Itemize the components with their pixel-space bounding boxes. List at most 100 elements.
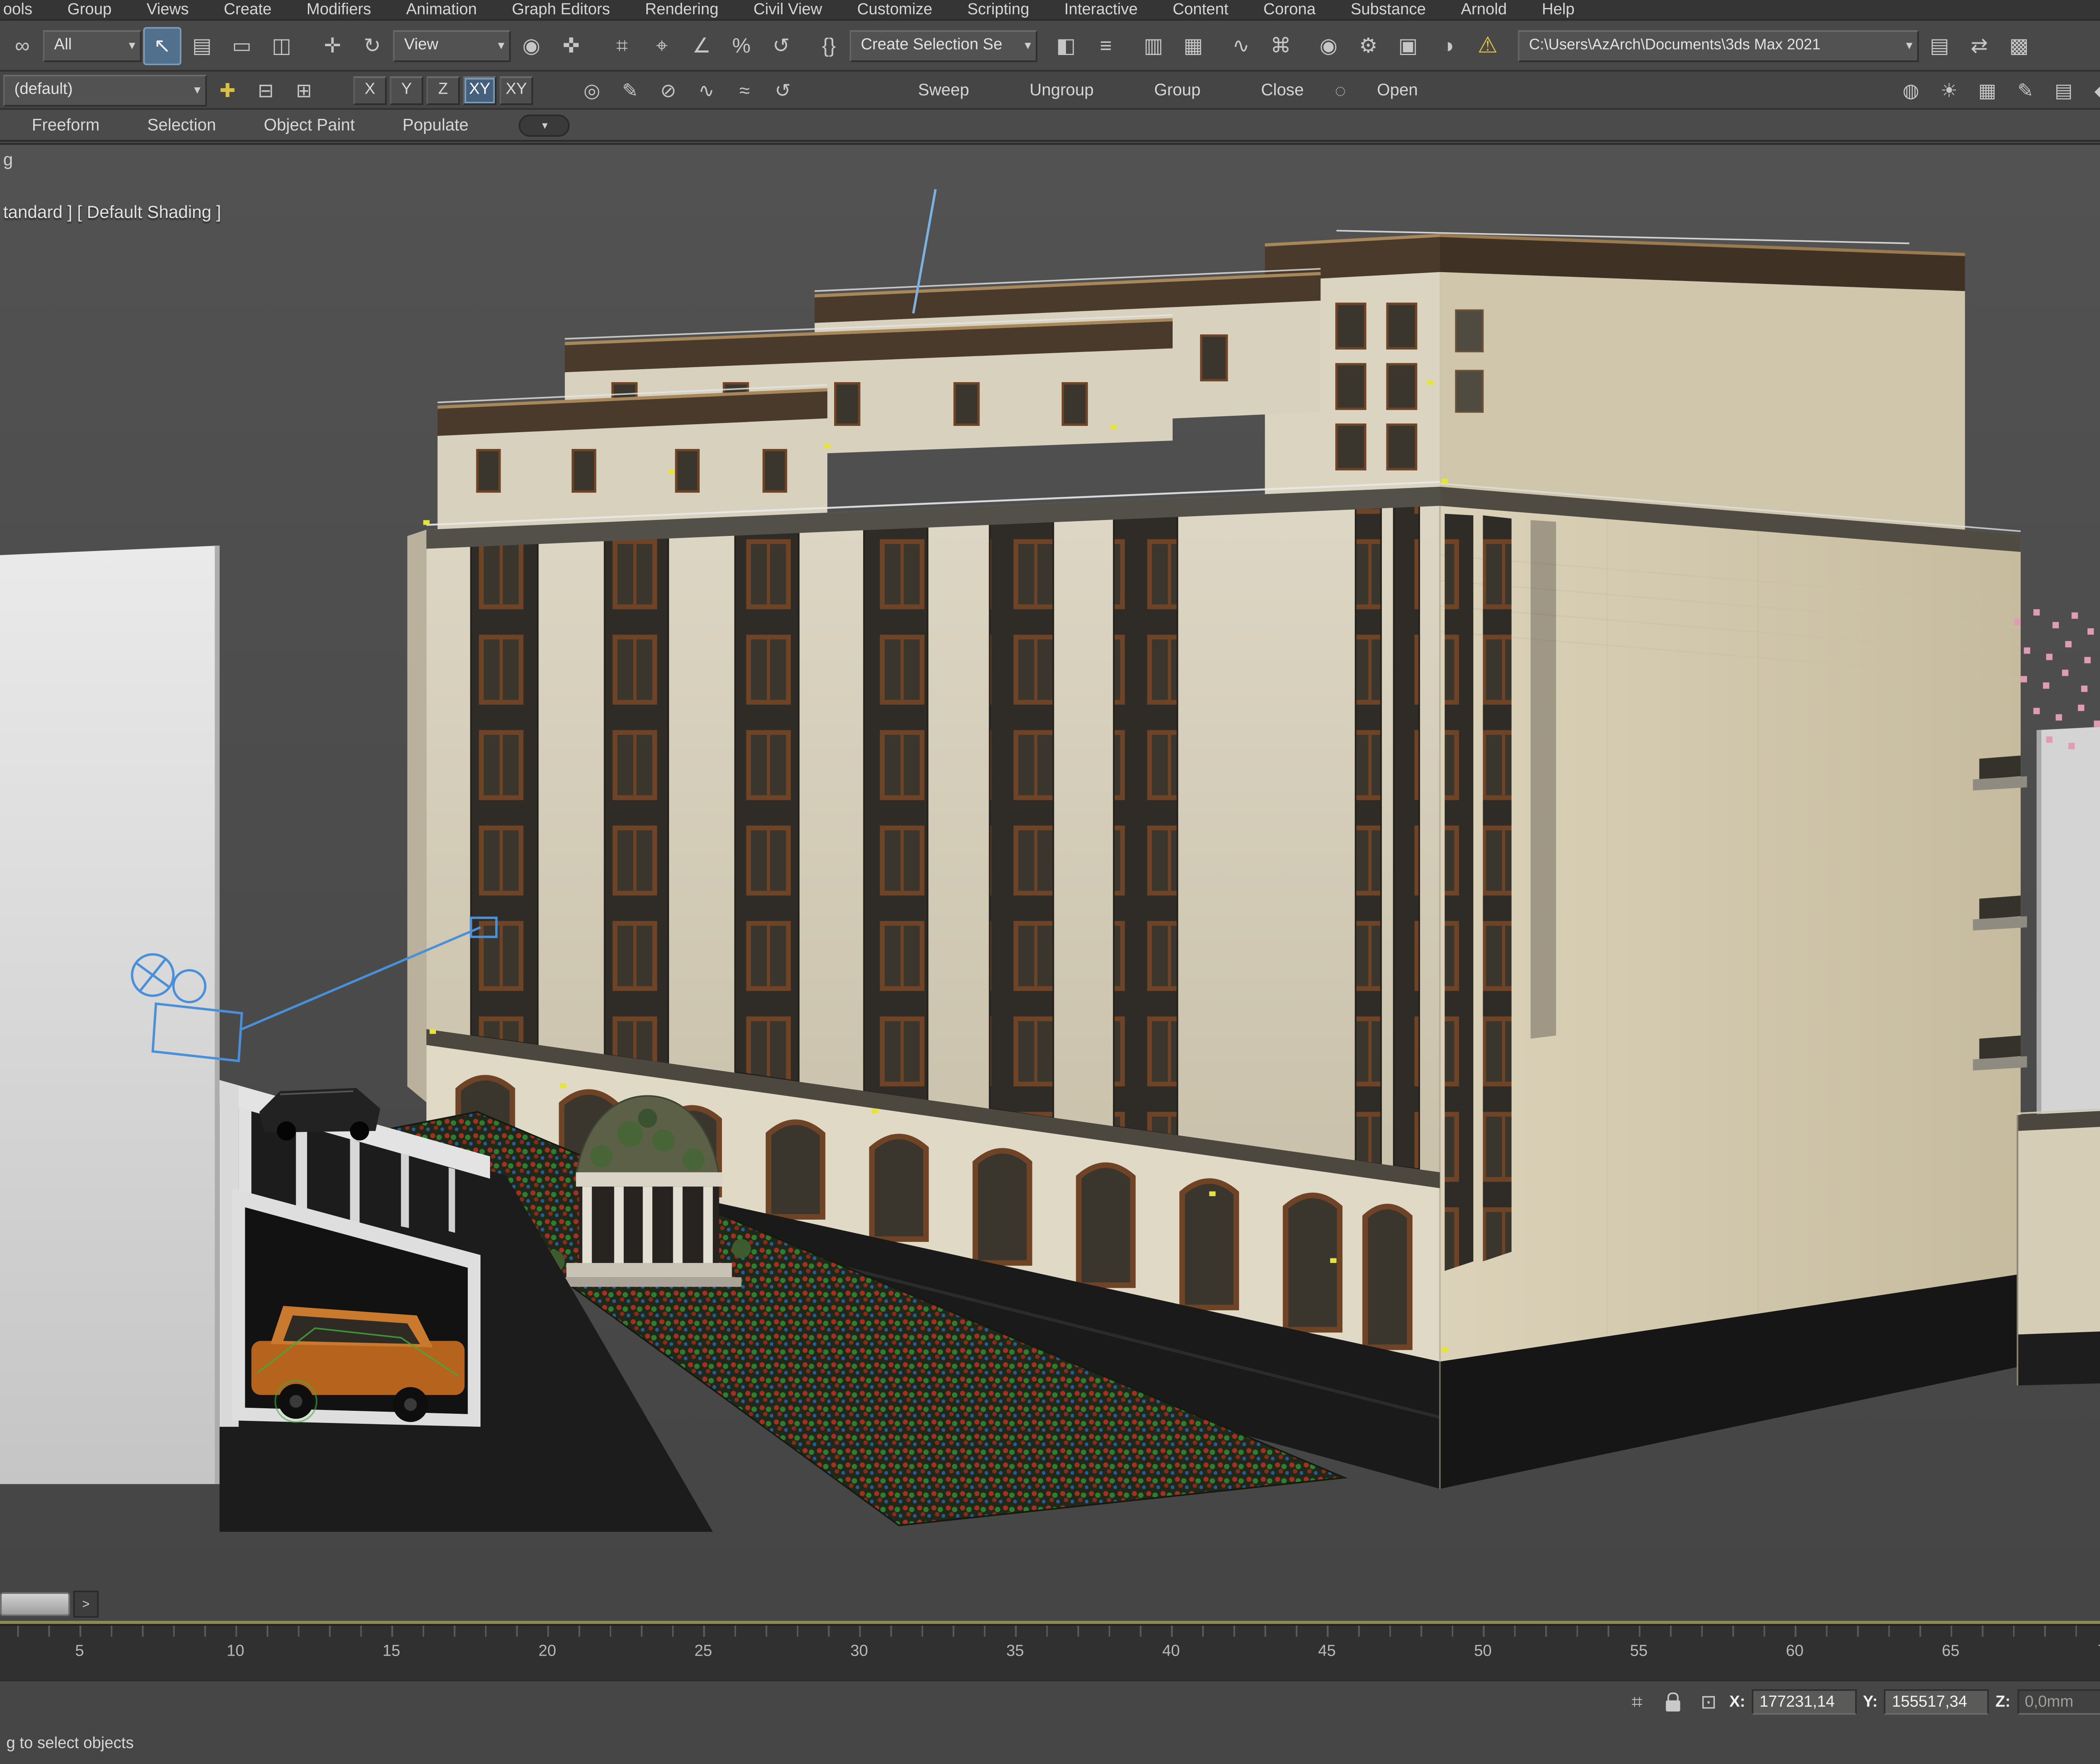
curve-editor-icon[interactable]: ∿: [1222, 26, 1260, 64]
ungroup-button[interactable]: Ungroup: [1014, 74, 1110, 106]
wave-icon[interactable]: ≈: [727, 74, 762, 106]
warning-icon[interactable]: ⚠: [1469, 26, 1507, 64]
menu-tools[interactable]: ools: [0, 1, 50, 18]
sweep-button[interactable]: Sweep: [902, 74, 985, 106]
window-crossing-icon[interactable]: ◫: [262, 26, 301, 64]
ribbon-flyout-button[interactable]: ▾: [519, 113, 570, 136]
layer-explorer-icon[interactable]: ▥: [1134, 26, 1173, 64]
select-object-icon[interactable]: ↖: [143, 26, 181, 65]
sphere-icon[interactable]: ◍: [1893, 74, 1928, 106]
absolute-mode-icon[interactable]: ⊡: [1694, 1691, 1723, 1713]
perspective-viewport[interactable]: g tandard ] [ Default Shading ]: [0, 143, 2100, 1588]
selection-filter-dropdown[interactable]: All ▾: [43, 29, 142, 61]
menu-civil-view[interactable]: Civil View: [736, 1, 840, 18]
annex-wing-3d-object[interactable]: [2016, 1101, 2100, 1386]
toggle-ribbon-icon[interactable]: ▦: [1174, 26, 1213, 64]
select-and-move-icon[interactable]: ✛: [313, 26, 352, 64]
menu-group[interactable]: Group: [50, 1, 129, 18]
percent-snap-icon[interactable]: %: [722, 26, 761, 64]
menu-animation[interactable]: Animation: [388, 1, 494, 18]
select-and-rotate-icon[interactable]: ↻: [353, 26, 391, 64]
tab-object-paint[interactable]: Object Paint: [242, 112, 377, 138]
named-selection-sets-icon[interactable]: {}: [810, 26, 848, 64]
menu-help[interactable]: Help: [1524, 1, 1592, 18]
timeline-ruler[interactable]: 5 10 15 20 25 30 35 40 45 50 55 60 65 70…: [0, 1624, 2100, 1680]
menu-scripting[interactable]: Scripting: [950, 1, 1047, 18]
viewport-shading-label[interactable]: tandard ] [ Default Shading ]: [3, 204, 221, 223]
time-slider-track[interactable]: >: [0, 1587, 2100, 1624]
material-editor-icon[interactable]: ◉: [1310, 26, 1348, 64]
viewport-label-fragment[interactable]: g: [3, 151, 13, 170]
menu-content[interactable]: Content: [1155, 1, 1246, 18]
time-slider-handle[interactable]: [0, 1592, 70, 1616]
snap-toggle-icon[interactable]: ⌖: [643, 26, 681, 64]
menu-arnold[interactable]: Arnold: [1444, 1, 1525, 18]
x-coord-field[interactable]: 177231,14: [1751, 1689, 1857, 1715]
align-icon[interactable]: ≡: [1087, 26, 1125, 64]
render-setup-icon[interactable]: ⚙: [1349, 26, 1387, 64]
modifier-set-dropdown[interactable]: (default) ▾: [3, 74, 207, 106]
axis-plane-flyout-button[interactable]: XY: [499, 75, 533, 105]
curve-icon[interactable]: ∿: [689, 74, 724, 106]
keyboard-override-icon[interactable]: ⌗: [603, 26, 641, 64]
reference-coordinate-dropdown[interactable]: View ▾: [393, 29, 511, 61]
batch-render-icon[interactable]: ▩: [2000, 26, 2038, 64]
menu-create[interactable]: Create: [206, 1, 289, 18]
menu-customize[interactable]: Customize: [840, 1, 950, 18]
diamond-icon[interactable]: ◆: [2084, 74, 2100, 106]
menu-graph-editors[interactable]: Graph Editors: [494, 1, 627, 18]
axis-xy-button[interactable]: XY: [463, 75, 496, 105]
render-production-icon[interactable]: ◑: [1429, 26, 1467, 64]
z-coord-field[interactable]: 0,0mm: [2016, 1689, 2100, 1715]
white-building-right-3d-object[interactable]: [2036, 714, 2100, 1179]
relax-icon[interactable]: ↺: [765, 74, 800, 106]
axis-z-button[interactable]: Z: [426, 75, 460, 105]
grid-icon[interactable]: ▦: [1970, 74, 2005, 106]
angle-snap-icon[interactable]: ∠: [682, 26, 721, 64]
y-coord-field[interactable]: 155517,34: [1884, 1689, 1989, 1715]
menu-substance[interactable]: Substance: [1333, 1, 1443, 18]
spinner-snap-icon[interactable]: ↺: [762, 26, 801, 64]
dotted-circle-icon[interactable]: ◌: [1323, 74, 1358, 106]
transform-gizmo-icon[interactable]: ⌗: [1623, 1690, 1651, 1714]
rectangular-selection-region-icon[interactable]: ▭: [223, 26, 261, 64]
stack-collapse-icon[interactable]: ⊟: [248, 74, 283, 106]
ignore-backfacing-icon[interactable]: ⊘: [651, 74, 685, 106]
chevron-down-icon: ▾: [1024, 38, 1031, 52]
menu-modifiers[interactable]: Modifiers: [289, 1, 388, 18]
edit-pencil-icon[interactable]: ✎: [612, 74, 647, 106]
named-selection-set-dropdown[interactable]: Create Selection Se ▾: [849, 29, 1037, 61]
selection-lock-icon[interactable]: [1665, 1691, 1680, 1711]
pencil-icon[interactable]: ✎: [2008, 74, 2043, 106]
select-and-link-icon[interactable]: ∞: [3, 26, 42, 64]
viewport-canvas[interactable]: [0, 144, 2100, 1588]
open-group-button[interactable]: Open: [1361, 74, 1434, 106]
menu-interactive[interactable]: Interactive: [1047, 1, 1155, 18]
list-icon[interactable]: ▤: [2046, 74, 2081, 106]
menu-rendering[interactable]: Rendering: [627, 1, 736, 18]
mirror-icon[interactable]: ◧: [1047, 26, 1085, 64]
menu-corona[interactable]: Corona: [1246, 1, 1334, 18]
sun-icon[interactable]: ☀: [1932, 74, 1966, 106]
use-pivot-center-icon[interactable]: ◉: [512, 26, 551, 64]
tab-freeform[interactable]: Freeform: [10, 112, 122, 138]
rendered-frame-window-icon[interactable]: ▣: [1389, 26, 1427, 64]
menu-views[interactable]: Views: [129, 1, 206, 18]
group-button[interactable]: Group: [1138, 74, 1216, 106]
asset-library-icon[interactable]: ▤: [1920, 26, 1958, 64]
scene-converter-icon[interactable]: ⇄: [1960, 26, 1998, 64]
tab-populate[interactable]: Populate: [380, 112, 491, 138]
axis-x-button[interactable]: X: [353, 75, 387, 105]
white-building-left-3d-object[interactable]: [0, 546, 220, 1484]
axis-y-button[interactable]: Y: [390, 75, 423, 105]
select-and-manipulate-icon[interactable]: ✜: [552, 26, 591, 64]
project-path-dropdown[interactable]: C:\Users\AzArch\Documents\3ds Max 2021 ▾: [1518, 29, 1919, 61]
stack-expand-icon[interactable]: ⊞: [286, 74, 321, 106]
pin-stack-icon[interactable]: ✚: [210, 74, 245, 106]
soft-selection-icon[interactable]: ◎: [575, 74, 609, 106]
tab-selection[interactable]: Selection: [125, 112, 239, 138]
close-group-button[interactable]: Close: [1245, 74, 1320, 106]
select-by-name-icon[interactable]: ▤: [183, 26, 221, 64]
time-slider-next-button[interactable]: >: [73, 1591, 99, 1618]
schematic-view-icon[interactable]: ⌘: [1262, 26, 1300, 64]
